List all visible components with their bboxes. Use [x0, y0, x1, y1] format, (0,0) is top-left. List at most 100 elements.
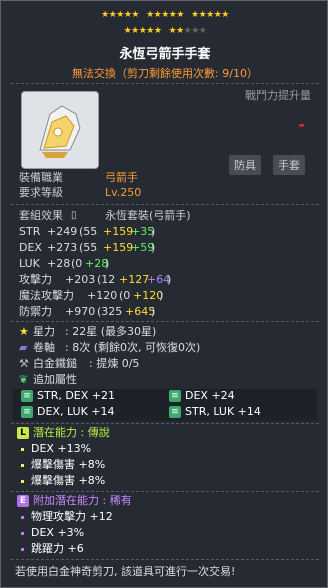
bonus-cell: STR, DEX +21: [37, 389, 116, 402]
stat-close: ): [167, 273, 172, 286]
star-icon: ★: [19, 325, 29, 338]
star-group: ★★★★★: [101, 10, 139, 20]
scroll-label: 卷軸: [33, 341, 55, 354]
scroll-value: : 8次 (剩餘0次, 可恢復0次): [65, 341, 201, 354]
stat-base: (12: [97, 273, 116, 286]
star-group: ★★★★★: [191, 10, 229, 20]
set-name: 永恆套裝(弓箭手): [105, 209, 191, 222]
level-value: Lv.250: [105, 186, 142, 199]
stat-name: DEX: [19, 241, 42, 254]
stat-close: ): [151, 225, 156, 238]
level-label: 要求等級: [19, 186, 63, 199]
stat-row: 攻擊力 +203 (12 +127 +64 ): [19, 273, 171, 287]
stat-base: (0: [119, 289, 131, 302]
bullet: [21, 516, 24, 519]
bonus-header-row: ❦ 追加屬性: [19, 373, 77, 387]
stat-row: 魔法攻擊力 +120 (0 +120 ): [19, 289, 163, 303]
footer-note: 若使用白金神奇剪刀, 該道具可進行一次交易!: [15, 565, 236, 578]
stat-base: (0: [71, 257, 83, 270]
power-label: 戰鬥力提升量: [245, 89, 311, 102]
leaf-icon: ❦: [19, 373, 29, 386]
starforce-row: ★ 星力 : 22星 (最多30星): [19, 325, 156, 339]
job-label: 裝備職業: [19, 171, 63, 184]
star-group: ★★★★★: [123, 26, 162, 36]
job-row: 裝備職業 弓箭手: [19, 171, 138, 185]
stat-close: ): [151, 305, 156, 318]
bullet: [21, 464, 24, 467]
set-label: 套組效果: [19, 209, 63, 222]
bullet: [21, 548, 24, 551]
stat-flame: +159: [103, 241, 134, 254]
trade-note: 無法交換（剪刀剩餘使用次數: 9/10）: [72, 67, 258, 80]
scroll-row: ▰ 卷軸 : 8次 (剩餘0次, 可恢復0次): [19, 341, 200, 355]
job-value: 弓箭手: [105, 171, 138, 184]
stat-flame: +159: [103, 225, 134, 238]
tag-gloves: 手套: [273, 155, 305, 175]
additional-line: DEX +3%: [31, 526, 85, 539]
bonus-cell: DEX +24: [185, 389, 235, 402]
potential-line: DEX +13%: [31, 442, 92, 455]
bonus-icon: ≡: [21, 390, 33, 402]
bullet: [21, 448, 24, 451]
bullet: [21, 480, 24, 483]
star-group: ★★★★★: [146, 10, 184, 20]
stat-row: DEX +273 (55 +159 +59 ): [19, 241, 155, 255]
power-value: -: [298, 115, 305, 134]
stat-total: +273: [47, 241, 78, 254]
stat-name: 魔法攻擊力: [19, 289, 74, 302]
stat-row: STR +249 (55 +159 +35 ): [19, 225, 155, 239]
bonus-cell: DEX, LUK +14: [37, 405, 115, 418]
level-row: 要求等級 Lv.250: [19, 186, 141, 200]
stat-name: 攻擊力: [19, 273, 52, 286]
stat-total: +203: [65, 273, 96, 286]
stat-flame: +127: [119, 273, 150, 286]
set-info-icon[interactable]: ▯: [71, 209, 77, 223]
stat-name: 防禦力: [19, 305, 52, 318]
additional-line: 物理攻擊力 +12: [31, 510, 113, 523]
scroll-icon: ▰: [19, 341, 28, 354]
legendary-icon: L: [17, 427, 29, 439]
star-force-row-2: ★★★★★ ★★★★★: [1, 26, 328, 36]
stat-base: (55: [79, 225, 98, 238]
hammer-icon: ⚒: [19, 357, 29, 370]
bonus-header: 追加屬性: [33, 373, 77, 386]
bullet: [21, 532, 24, 535]
divider: [11, 321, 319, 322]
stat-name: LUK: [19, 257, 40, 270]
stat-base: (55: [79, 241, 98, 254]
divider: [11, 204, 319, 205]
divider: [11, 423, 319, 424]
rare-icon: E: [17, 495, 29, 507]
potential-label: 潛在能力 : 傳說: [33, 426, 110, 439]
divider: [11, 559, 319, 560]
item-icon-frame: [21, 91, 99, 169]
bonus-icon: ≡: [169, 406, 181, 418]
hammer-row: ⚒ 白金鐵鎚 : 提煉 0/5: [19, 357, 139, 371]
stat-row: 防禦力 +970 (325 +645 ): [19, 305, 155, 319]
hammer-label: 白金鐵鎚: [33, 357, 77, 370]
bonus-icon: ≡: [169, 390, 181, 402]
starforce-label: 星力: [33, 325, 55, 338]
star-group: ★★: [168, 26, 185, 36]
bonus-cell: STR, LUK +14: [185, 405, 261, 418]
star-group-empty: ★★★: [183, 26, 207, 36]
divider: [11, 83, 319, 84]
stat-total: +970: [65, 305, 96, 318]
stat-name: STR: [19, 225, 41, 238]
stat-total: +120: [87, 289, 118, 302]
hammer-value: : 提煉 0/5: [89, 357, 140, 370]
potential-line: 爆擊傷害 +8%: [31, 474, 106, 487]
item-tooltip: ★★★★★ ★★★★★ ★★★★★ ★★★★★ ★★★★★ 永恆弓箭手手套 無法…: [0, 0, 328, 588]
stat-total: +28: [47, 257, 71, 270]
star-force-row-1: ★★★★★ ★★★★★ ★★★★★: [1, 10, 328, 20]
potential-line: 爆擊傷害 +8%: [31, 458, 106, 471]
additional-line: 跳躍力 +6: [31, 542, 84, 555]
set-row: 套組效果 ▯ 永恆套裝(弓箭手): [19, 209, 191, 223]
item-name: 永恆弓箭手手套: [119, 47, 211, 62]
stat-close: ): [105, 257, 110, 270]
glove-icon: [39, 105, 81, 158]
stat-close: ): [151, 241, 156, 254]
divider: [11, 491, 319, 492]
tag-armor: 防具: [229, 155, 261, 175]
starforce-value: : 22星 (最多30星): [65, 325, 157, 338]
